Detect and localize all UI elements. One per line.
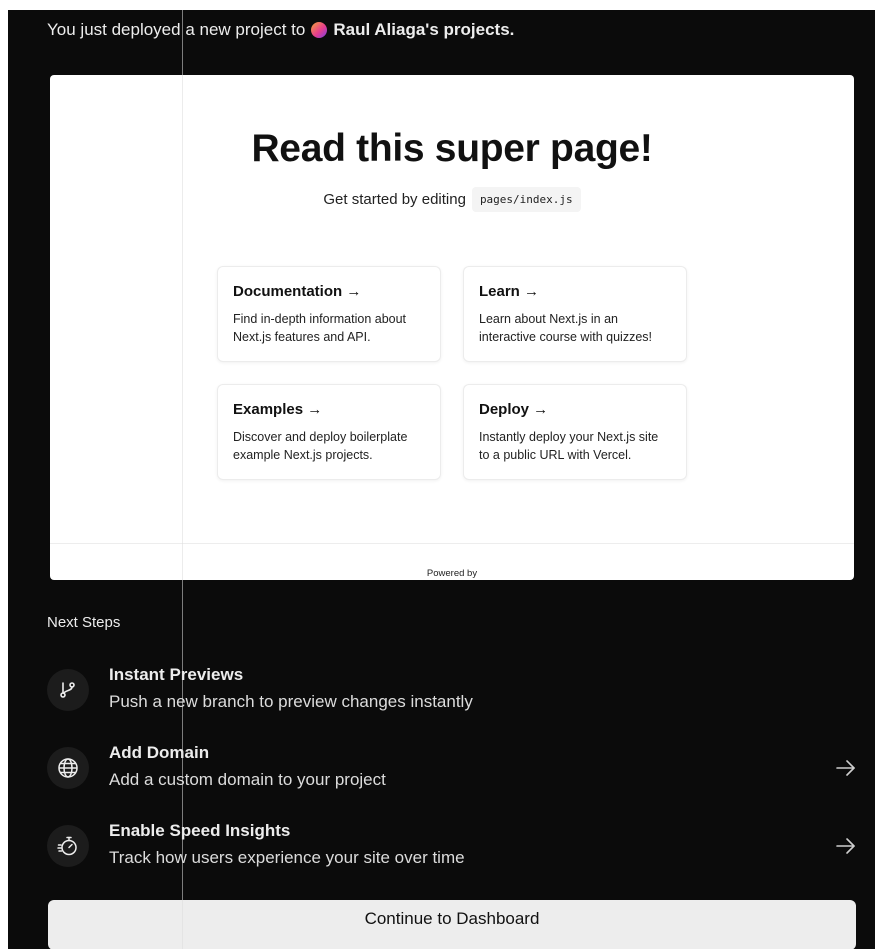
step-title: Enable Speed Insights [109, 821, 291, 840]
deployment-success-panel: You just deployed a new project to Raul … [8, 10, 875, 949]
preview-subtitle-text: Get started by editing [323, 191, 466, 208]
step-description: Push a new branch to preview changes ins… [109, 692, 473, 711]
card-description: Learn about Next.js in an interactive co… [479, 312, 652, 344]
step-instant-previews: Instant Previews Push a new branch to pr… [47, 665, 857, 725]
preview-code-snippet: pages/index.js [471, 187, 581, 212]
card-title: Deploy → [479, 401, 549, 418]
card-description: Discover and deploy boilerplate example … [233, 430, 408, 462]
card-description: Instantly deploy your Next.js site to a … [479, 430, 659, 462]
team-avatar [311, 22, 328, 38]
step-title: Add Domain [109, 743, 210, 762]
git-branch-icon [47, 669, 89, 711]
team-name[interactable]: Raul Aliaga's projects. [333, 20, 514, 40]
preview-title: Read this super page! [251, 127, 653, 170]
preview-powered-by: Powered by [426, 568, 478, 579]
continue-to-dashboard-button[interactable]: Continue to Dashboard [48, 900, 856, 949]
card-title: Documentation → [233, 283, 362, 300]
preview-footer-divider [50, 543, 854, 544]
stopwatch-icon [47, 825, 89, 867]
card-deploy: Deploy → Instantly deploy your Next.js s… [463, 384, 687, 480]
globe-icon [47, 747, 89, 789]
deployment-preview[interactable]: Read this super page! Get started by edi… [50, 75, 854, 580]
card-title: Examples → [233, 401, 323, 418]
step-description: Add a custom domain to your project [109, 770, 386, 789]
card-documentation: Documentation → Find in-depth informatio… [217, 266, 441, 362]
step-description: Track how users experience your site ove… [109, 848, 465, 867]
card-examples: Examples → Discover and deploy boilerpla… [217, 384, 441, 480]
deploy-message: You just deployed a new project to Raul … [47, 20, 514, 40]
card-title: Learn → [479, 283, 540, 300]
arrow-right-icon[interactable] [835, 759, 857, 777]
step-add-domain[interactable]: Add Domain Add a custom domain to your p… [47, 743, 857, 803]
preview-subtitle: Get started by editing pages/index.js [50, 187, 854, 212]
arrow-right-icon[interactable] [835, 837, 857, 855]
card-description: Find in-depth information about Next.js … [233, 312, 407, 344]
next-steps-heading: Next Steps [47, 614, 121, 631]
step-title: Instant Previews [109, 665, 244, 684]
card-learn: Learn → Learn about Next.js in an intera… [463, 266, 687, 362]
deploy-message-text: You just deployed a new project to [47, 20, 306, 39]
step-speed-insights[interactable]: Enable Speed Insights Track how users ex… [47, 821, 857, 881]
